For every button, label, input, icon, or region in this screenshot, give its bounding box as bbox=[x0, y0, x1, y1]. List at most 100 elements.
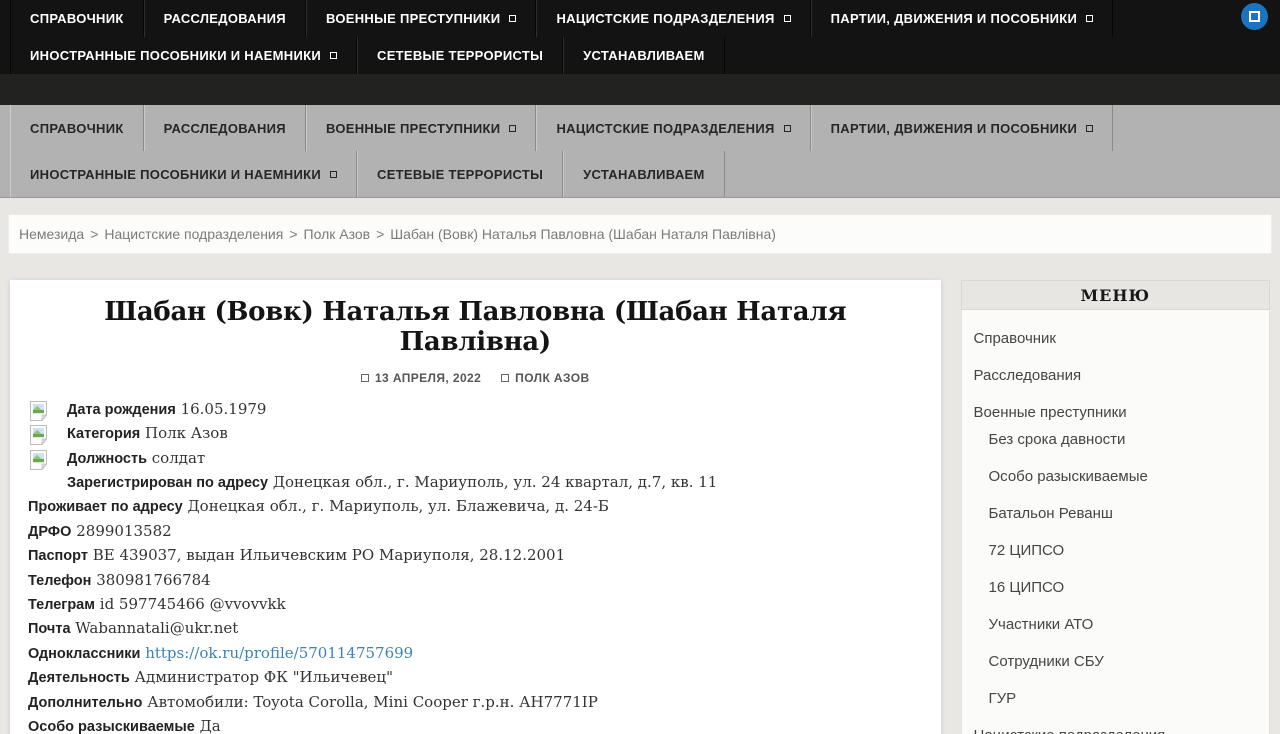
gray-nav-item-spravochnik[interactable]: СПРАВОЧНИК bbox=[10, 105, 144, 151]
nav-item-voennye-prestupniki[interactable]: ВОЕННЫЕ ПРЕСТУПНИКИ bbox=[306, 0, 536, 37]
field-label: Проживает по адресу bbox=[28, 499, 183, 515]
secondary-navigation: СПРАВОЧНИК РАССЛЕДОВАНИЯ ВОЕННЫЕ ПРЕСТУП… bbox=[0, 105, 1280, 198]
field-row-birthdate: Дата рождения 16.05.1979 bbox=[24, 398, 927, 422]
sidebar-item-osobo-razyskivaemye[interactable]: Особо разыскиваемые bbox=[962, 458, 1270, 495]
nav-item-label: ПАРТИИ, ДВИЖЕНИЯ И ПОСОБНИКИ bbox=[831, 11, 1078, 26]
nav-item-inostrannye-posobniki[interactable]: ИНОСТРАННЫЕ ПОСОБНИКИ И НАЕМНИКИ bbox=[10, 37, 357, 74]
field-row-most-wanted: Особо разыскиваемые Да bbox=[24, 715, 927, 734]
field-label: Деятельность bbox=[28, 670, 130, 686]
nav-item-label: ИНОСТРАННЫЕ ПОСОБНИКИ И НАЕМНИКИ bbox=[30, 167, 321, 182]
gray-nav-item-setevye-terroristy[interactable]: СЕТЕВЫЕ ТЕРРОРИСТЫ bbox=[357, 151, 563, 197]
gray-nav-row-1: СПРАВОЧНИК РАССЛЕДОВАНИЯ ВОЕННЫЕ ПРЕСТУП… bbox=[10, 105, 1280, 151]
nav-item-label: СПРАВОЧНИК bbox=[30, 11, 124, 26]
nav-item-rassledovaniya[interactable]: РАССЛЕДОВАНИЯ bbox=[144, 0, 306, 37]
field-row-position: Должность солдат bbox=[24, 447, 927, 471]
dropdown-square-icon bbox=[330, 171, 337, 178]
ok-profile-link[interactable]: https://ok.ru/profile/570114757699 bbox=[145, 644, 413, 662]
calendar-square-icon bbox=[361, 374, 369, 382]
nav-item-label: ИНОСТРАННЫЕ ПОСОБНИКИ И НАЕМНИКИ bbox=[30, 48, 321, 63]
nav-item-label: УСТАНАВЛИВАЕМ bbox=[583, 167, 705, 182]
category-square-icon bbox=[501, 374, 509, 382]
sidebar-item-spravochnik[interactable]: Справочник bbox=[962, 320, 1270, 357]
sidebar-menu: Справочник Расследования Военные преступ… bbox=[961, 310, 1271, 734]
dropdown-square-icon bbox=[509, 125, 516, 132]
gray-nav-item-inostrannye-posobniki[interactable]: ИНОСТРАННЫЕ ПОСОБНИКИ И НАЕМНИКИ bbox=[10, 151, 357, 197]
field-value: 380981766784 bbox=[96, 571, 211, 589]
nav-item-label: НАЦИСТСКИЕ ПОДРАЗДЕЛЕНИЯ bbox=[556, 121, 774, 136]
breadcrumb-separator: > bbox=[376, 226, 384, 242]
field-value: Автомобили: Toyota Corolla, Mini Cooper … bbox=[147, 693, 598, 711]
field-value: Администратор ФК "Ильичевец" bbox=[135, 668, 393, 686]
field-label: ДРФО bbox=[28, 524, 71, 540]
nav-item-label: НАЦИСТСКИЕ ПОДРАЗДЕЛЕНИЯ bbox=[556, 11, 774, 26]
field-label: Зарегистрирован по адресу bbox=[67, 475, 268, 491]
gray-nav-item-ustanavlivaem[interactable]: УСТАНАВЛИВАЕМ bbox=[563, 151, 725, 197]
sidebar-item-nacistskie-podrazdeleniya[interactable]: Нацистские подразделения bbox=[962, 717, 1270, 734]
nav-item-label: ПАРТИИ, ДВИЖЕНИЯ И ПОСОБНИКИ bbox=[831, 121, 1078, 136]
dropdown-square-icon bbox=[1086, 125, 1093, 132]
sidebar-item-16-cipso[interactable]: 16 ЦИПСО bbox=[962, 569, 1270, 606]
gray-nav-item-voennye-prestupniki[interactable]: ВОЕННЫЕ ПРЕСТУПНИКИ bbox=[306, 105, 536, 151]
article-category[interactable]: ПОЛК АЗОВ bbox=[501, 371, 589, 385]
field-label: Должность bbox=[67, 451, 147, 467]
field-row-odnoklassniki: Одноклассники https://ok.ru/profile/5701… bbox=[24, 642, 927, 666]
header-dark-band bbox=[0, 74, 1280, 105]
dropdown-square-icon bbox=[330, 52, 337, 59]
field-row-passport: Паспорт ВЕ 439037, выдан Ильичевским РО … bbox=[24, 544, 927, 568]
gray-nav-item-rassledovaniya[interactable]: РАССЛЕДОВАНИЯ bbox=[144, 105, 306, 151]
nav-item-setevye-terroristy[interactable]: СЕТЕВЫЕ ТЕРРОРИСТЫ bbox=[357, 37, 563, 74]
sidebar-item-sotrudniki-sbu[interactable]: Сотрудники СБУ bbox=[962, 643, 1270, 680]
nav-item-label: УСТАНАВЛИВАЕМ bbox=[583, 48, 705, 63]
article-category-label: ПОЛК АЗОВ bbox=[515, 371, 589, 385]
page-title: Шабан (Вовк) Наталья Павловна (Шабан Нат… bbox=[50, 298, 901, 358]
nav-item-nacistskie-podrazdeleniya[interactable]: НАЦИСТСКИЕ ПОДРАЗДЕЛЕНИЯ bbox=[536, 0, 810, 37]
nav-item-ustanavlivaem[interactable]: УСТАНАВЛИВАЕМ bbox=[563, 37, 725, 74]
article-meta: 13 АПРЕЛЯ, 2022 ПОЛК АЗОВ bbox=[10, 371, 941, 385]
breadcrumb-category-link[interactable]: Полк Азов bbox=[304, 226, 371, 242]
field-value: Да bbox=[200, 717, 221, 734]
breadcrumb-section-link[interactable]: Нацистские подразделения bbox=[104, 226, 283, 242]
dropdown-square-icon bbox=[1086, 15, 1093, 22]
nav-item-label: ВОЕННЫЕ ПРЕСТУПНИКИ bbox=[326, 121, 500, 136]
content-area: Шабан (Вовк) Наталья Павловна (Шабан Нат… bbox=[10, 280, 1270, 734]
breadcrumb-separator: > bbox=[90, 226, 98, 242]
dossier-fields: Дата рождения 16.05.1979 Категория Полк … bbox=[10, 398, 941, 734]
field-row-registered-address: Зарегистрирован по адресу Донецкая обл.,… bbox=[24, 471, 927, 495]
square-icon bbox=[1249, 11, 1260, 22]
breadcrumb-separator: > bbox=[289, 226, 297, 242]
sidebar-item-uchastniki-ato[interactable]: Участники АТО bbox=[962, 606, 1270, 643]
field-value: ВЕ 439037, выдан Ильичевским РО Мариупол… bbox=[93, 546, 565, 564]
article-card: Шабан (Вовк) Наталья Павловна (Шабан Нат… bbox=[10, 280, 941, 734]
sidebar-item-rassledovaniya[interactable]: Расследования bbox=[962, 357, 1270, 394]
field-label: Одноклассники bbox=[28, 646, 140, 662]
nav-item-label: РАССЛЕДОВАНИЯ bbox=[164, 11, 286, 26]
field-label: Телеграм bbox=[28, 597, 95, 613]
field-label: Телефон bbox=[28, 573, 91, 589]
gray-nav-item-nacistskie-podrazdeleniya[interactable]: НАЦИСТСКИЕ ПОДРАЗДЕЛЕНИЯ bbox=[536, 105, 810, 151]
field-value: Донецкая обл., г. Мариуполь, ул. Блажеви… bbox=[187, 497, 608, 515]
nav-item-label: СПРАВОЧНИК bbox=[30, 121, 124, 136]
sidebar-item-bez-sroka-davnosti[interactable]: Без срока давности bbox=[962, 421, 1270, 458]
gray-nav-item-partii-dvizheniya[interactable]: ПАРТИИ, ДВИЖЕНИЯ И ПОСОБНИКИ bbox=[811, 105, 1114, 151]
sidebar-menu-header: МЕНЮ bbox=[961, 280, 1271, 310]
breadcrumb-home-link[interactable]: Немезида bbox=[19, 226, 84, 242]
nav-item-label: РАССЛЕДОВАНИЯ bbox=[164, 121, 286, 136]
sidebar-item-gur[interactable]: ГУР bbox=[962, 680, 1270, 717]
top-nav-row-2: ИНОСТРАННЫЕ ПОСОБНИКИ И НАЕМНИКИ СЕТЕВЫЕ… bbox=[10, 37, 1280, 74]
field-value: Полк Азов bbox=[145, 424, 228, 442]
nav-item-spravochnik[interactable]: СПРАВОЧНИК bbox=[10, 0, 144, 37]
dropdown-square-icon bbox=[784, 125, 791, 132]
topbar-blue-button[interactable] bbox=[1241, 3, 1268, 30]
sidebar-item-batalon-revansh[interactable]: Батальон Реванш bbox=[962, 495, 1270, 532]
field-label: Дополнительно bbox=[28, 695, 142, 711]
field-value: Wabannatali@ukr.net bbox=[75, 619, 238, 637]
sidebar-item-72-cipso[interactable]: 72 ЦИПСО bbox=[962, 532, 1270, 569]
nav-item-partii-dvizheniya[interactable]: ПАРТИИ, ДВИЖЕНИЯ И ПОСОБНИКИ bbox=[811, 0, 1114, 37]
dropdown-square-icon bbox=[784, 15, 791, 22]
field-row-activity: Деятельность Администратор ФК "Ильичевец… bbox=[24, 666, 927, 690]
breadcrumb-current-page: Шабан (Вовк) Наталья Павловна (Шабан Нат… bbox=[390, 226, 776, 242]
field-value: солдат bbox=[152, 449, 205, 467]
article-date-label: 13 АПРЕЛЯ, 2022 bbox=[375, 371, 481, 385]
field-row-additional: Дополнительно Автомобили: Toyota Corolla… bbox=[24, 691, 927, 715]
field-label: Почта bbox=[28, 621, 71, 637]
